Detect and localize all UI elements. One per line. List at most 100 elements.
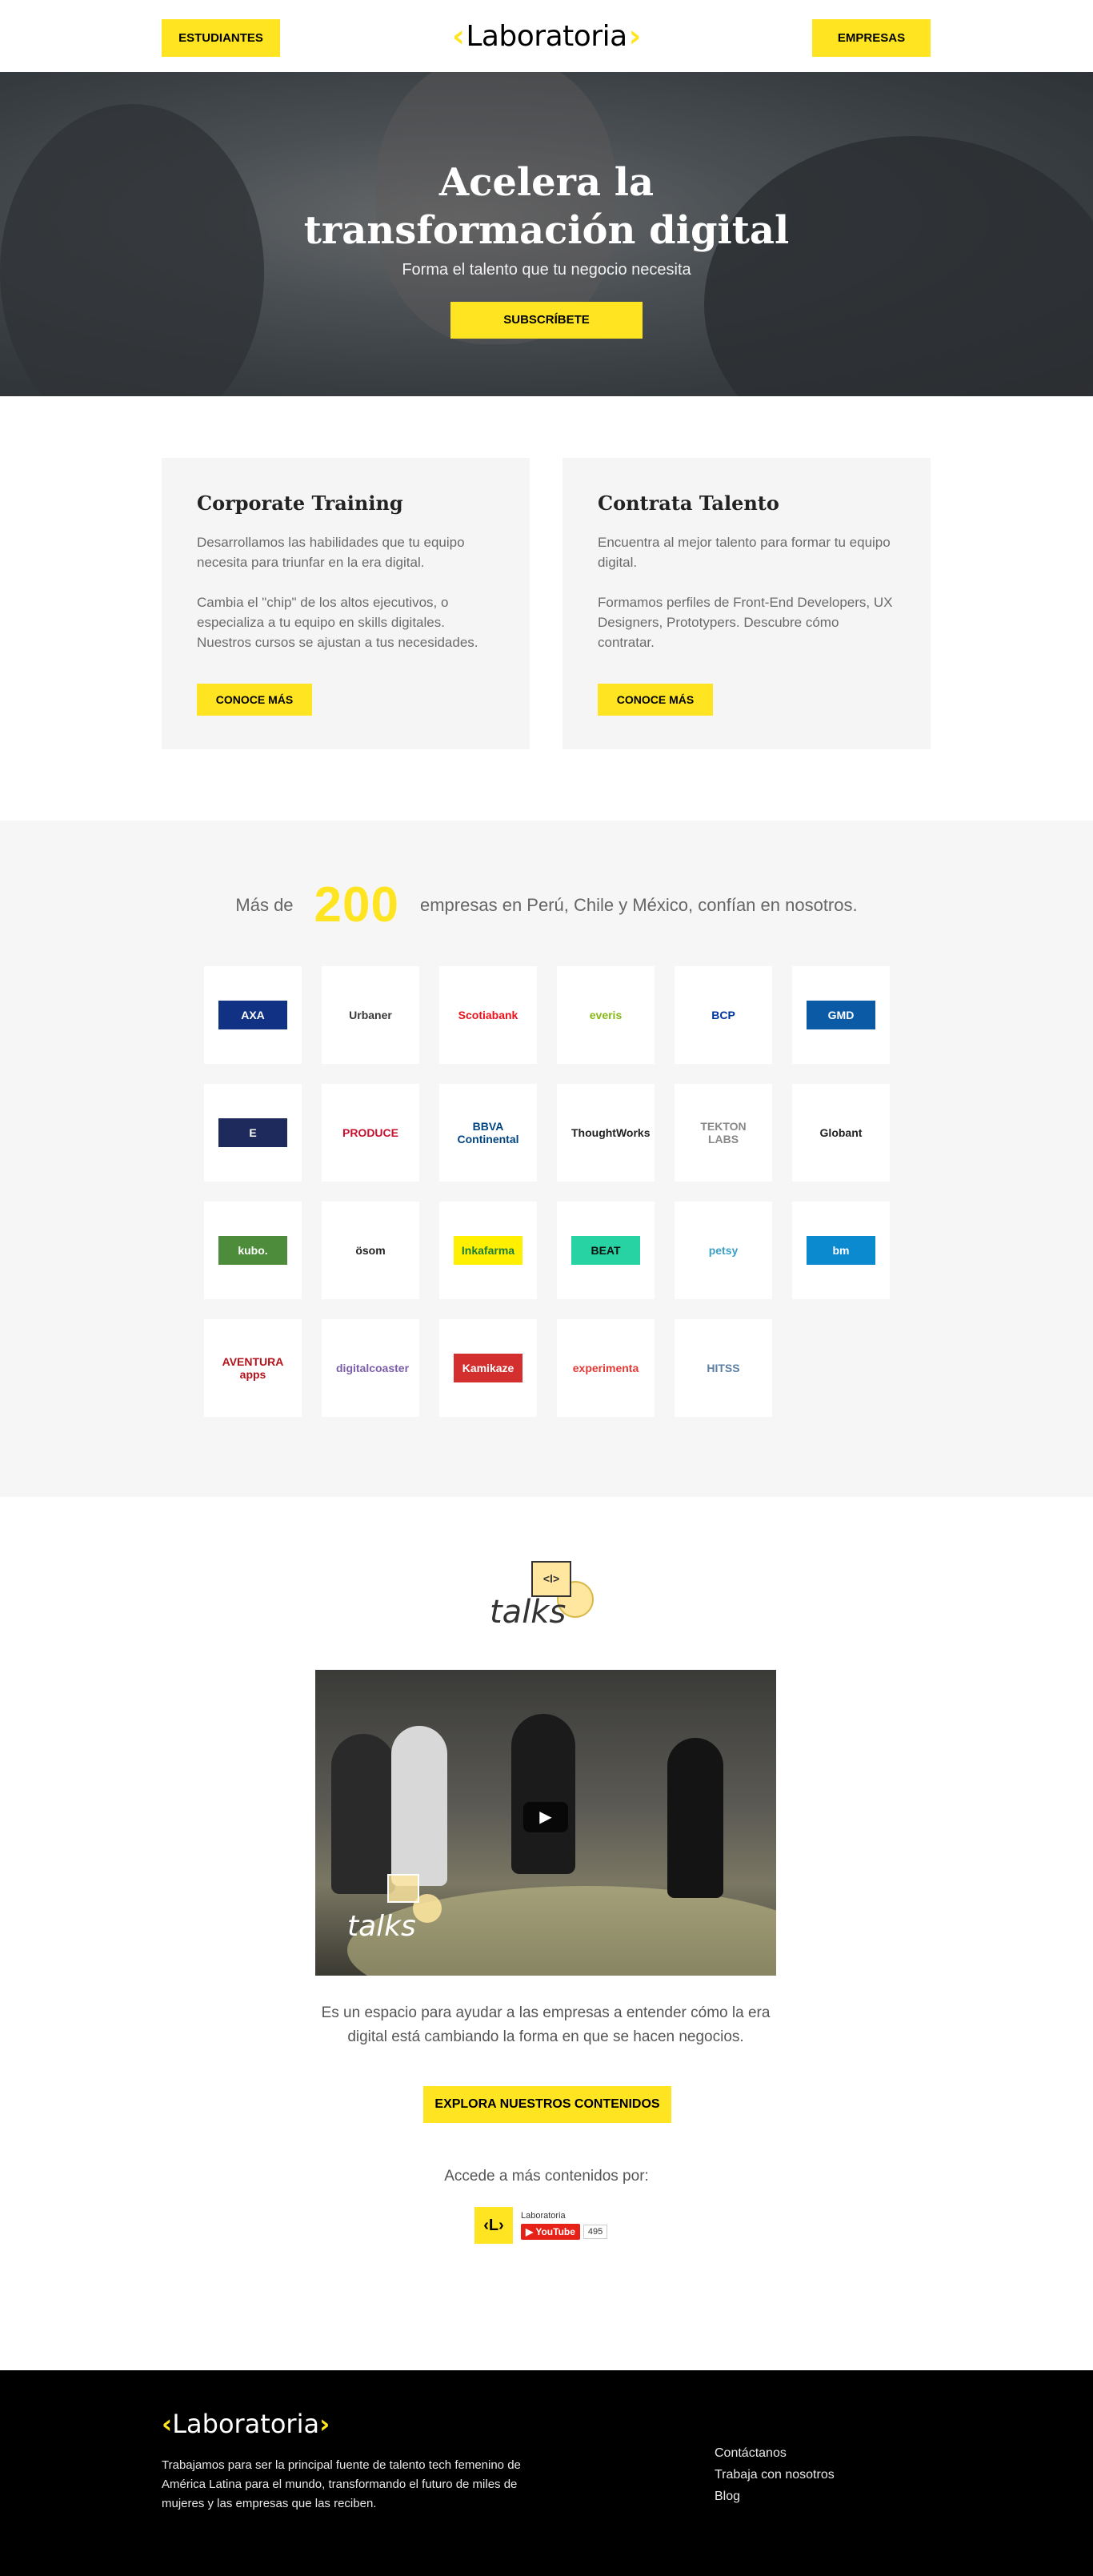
learn-more-button[interactable]: CONOCE MÁS bbox=[598, 684, 713, 716]
company-logo-name: Globant bbox=[813, 1118, 869, 1147]
company-logo-name: BEAT bbox=[571, 1236, 640, 1265]
company-logo-name: Kamikaze bbox=[454, 1354, 522, 1382]
company-logo: Globant bbox=[792, 1084, 890, 1182]
company-logo: digitalcoaster bbox=[322, 1319, 419, 1417]
video-person bbox=[511, 1714, 575, 1874]
chevron-left-icon: ‹ bbox=[452, 18, 465, 54]
talks-description: Es un espacio para ayudar a las empresas… bbox=[321, 2004, 771, 2045]
company-logo-name: BBVA Continental bbox=[447, 1112, 529, 1154]
company-logo-name: kubo. bbox=[218, 1236, 287, 1265]
company-logo-name: everis bbox=[583, 1001, 629, 1029]
footer-link-blog[interactable]: Blog bbox=[715, 2486, 835, 2507]
company-logo-name: petsy bbox=[702, 1236, 745, 1265]
company-logo-name: Urbaner bbox=[342, 1001, 398, 1029]
chevron-right-icon: › bbox=[628, 18, 642, 54]
company-logo-name: BCP bbox=[705, 1001, 742, 1029]
company-logo-name: ösom bbox=[349, 1236, 392, 1265]
learn-more-button[interactable]: CONOCE MÁS bbox=[197, 684, 312, 716]
company-logo-name: Inkafarma bbox=[454, 1236, 522, 1265]
company-logo: TEKTON LABS bbox=[675, 1084, 772, 1182]
talks-video[interactable]: ▶ talks bbox=[315, 1670, 776, 1976]
subscribe-button[interactable]: SUBSCRÍBETE bbox=[450, 302, 643, 339]
company-logo: AXA bbox=[204, 966, 302, 1064]
company-logo: Kamikaze bbox=[439, 1319, 537, 1417]
company-logo: everis bbox=[557, 966, 655, 1064]
card-title: Contrata Talento bbox=[598, 492, 779, 515]
company-logo-name: TEKTON LABS bbox=[683, 1112, 764, 1154]
company-logo: Scotiabank bbox=[439, 966, 537, 1064]
companies-section: Más de 200 empresas en Perú, Chile y Méx… bbox=[0, 821, 1093, 1497]
video-talks-word: talks bbox=[347, 1910, 416, 1943]
laboratoria-channel-avatar[interactable]: ‹L› bbox=[474, 2207, 513, 2244]
company-logo: Inkafarma bbox=[439, 1202, 537, 1299]
stat-prefix: Más de bbox=[235, 894, 294, 915]
company-logo-name: ThoughtWorks bbox=[565, 1118, 651, 1147]
chevron-left-icon: ‹ bbox=[162, 2409, 173, 2439]
card-text: Cambia el "chip" de los altos ejecutivos… bbox=[197, 595, 478, 650]
company-logo: BEAT bbox=[557, 1202, 655, 1299]
hero-title: Acelera la transformación digital bbox=[0, 158, 1093, 255]
company-logo: GMD bbox=[792, 966, 890, 1064]
video-person bbox=[391, 1726, 447, 1886]
channel-name[interactable]: Laboratoria bbox=[521, 2211, 607, 2221]
site-footer: ‹Laboratoria› Trabajamos para ser la pri… bbox=[0, 2370, 1093, 2576]
company-logo: BBVA Continental bbox=[439, 1084, 537, 1182]
laboratoria-logo[interactable]: ‹ Laboratoria › bbox=[450, 18, 643, 54]
company-logo-name: AXA bbox=[218, 1001, 287, 1029]
stat-suffix: empresas en Perú, Chile y México, confía… bbox=[420, 894, 858, 915]
talks-logo: <l> talks bbox=[477, 1549, 617, 1641]
hero-title-line1: Acelera la bbox=[438, 160, 655, 205]
company-logo-name: HITSS bbox=[700, 1354, 747, 1382]
company-logo: kubo. bbox=[204, 1202, 302, 1299]
company-logo: PRODUCE bbox=[322, 1084, 419, 1182]
hire-talent-card: Contrata Talento Encuentra al mejor tale… bbox=[563, 458, 931, 749]
card-text: Formamos perfiles de Front-End Developer… bbox=[598, 595, 893, 650]
code-bubble-icon bbox=[387, 1874, 419, 1903]
company-logo: petsy bbox=[675, 1202, 772, 1299]
corporate-training-card: Corporate Training Desarrollamos las hab… bbox=[162, 458, 530, 749]
companies-stat: Más de 200 empresas en Perú, Chile y Méx… bbox=[0, 877, 1093, 933]
company-logo-name: digitalcoaster bbox=[330, 1354, 411, 1382]
more-content-label: Accede a más contenidos por: bbox=[444, 2168, 649, 2185]
company-logo: HITSS bbox=[675, 1319, 772, 1417]
youtube-subscribe-widget: ‹L› Laboratoria ▶ YouTube 495 bbox=[474, 2207, 608, 2244]
video-person bbox=[667, 1738, 723, 1898]
company-logo: Urbaner bbox=[322, 966, 419, 1064]
card-text: Desarrollamos las habilidades que tu equ… bbox=[197, 535, 465, 570]
company-logo-name: bm bbox=[807, 1236, 875, 1265]
youtube-subscribe-button[interactable]: ▶ YouTube bbox=[521, 2224, 580, 2240]
hero-subtitle: Forma el talento que tu negocio necesita bbox=[402, 261, 691, 279]
companies-button[interactable]: EMPRESAS bbox=[812, 19, 931, 57]
stat-count: 200 bbox=[314, 877, 399, 933]
company-logo: experimenta bbox=[557, 1319, 655, 1417]
footer-logo-text: Laboratoria bbox=[172, 2409, 320, 2439]
company-logo: E bbox=[204, 1084, 302, 1182]
company-logo-name: experimenta bbox=[566, 1354, 646, 1382]
company-logo-name: AVENTURA apps bbox=[212, 1347, 294, 1389]
chevron-right-icon: › bbox=[319, 2409, 330, 2439]
subscriber-count: 495 bbox=[583, 2225, 608, 2239]
video-person bbox=[331, 1734, 395, 1894]
company-logo: ösom bbox=[322, 1202, 419, 1299]
company-logo: ThoughtWorks bbox=[557, 1084, 655, 1182]
explore-content-button[interactable]: EXPLORA NUESTROS CONTENIDOS bbox=[423, 2086, 671, 2123]
company-logo: AVENTURA apps bbox=[204, 1319, 302, 1417]
footer-link-contact[interactable]: Contáctanos bbox=[715, 2442, 835, 2464]
company-logo-name: Scotiabank bbox=[451, 1001, 525, 1029]
company-logo: BCP bbox=[675, 966, 772, 1064]
students-button[interactable]: ESTUDIANTES bbox=[162, 19, 280, 57]
card-text: Encuentra al mejor talento para formar t… bbox=[598, 535, 891, 570]
footer-link-careers[interactable]: Trabaja con nosotros bbox=[715, 2464, 835, 2486]
play-icon[interactable]: ▶ bbox=[523, 1802, 568, 1832]
company-logo-name: PRODUCE bbox=[335, 1118, 405, 1147]
logo-text: Laboratoria bbox=[466, 19, 627, 53]
footer-description: Trabajamos para ser la principal fuente … bbox=[162, 2458, 521, 2510]
hero-banner: Acelera la transformación digital Forma … bbox=[0, 72, 1093, 396]
code-bubble-icon: <l> bbox=[531, 1561, 571, 1597]
footer-logo[interactable]: ‹Laboratoria› bbox=[162, 2409, 330, 2439]
company-logo: bm bbox=[792, 1202, 890, 1299]
talks-logo-word: talks bbox=[490, 1594, 567, 1631]
card-title: Corporate Training bbox=[197, 492, 403, 515]
company-logo-name: E bbox=[218, 1118, 287, 1147]
company-logo-name: GMD bbox=[807, 1001, 875, 1029]
